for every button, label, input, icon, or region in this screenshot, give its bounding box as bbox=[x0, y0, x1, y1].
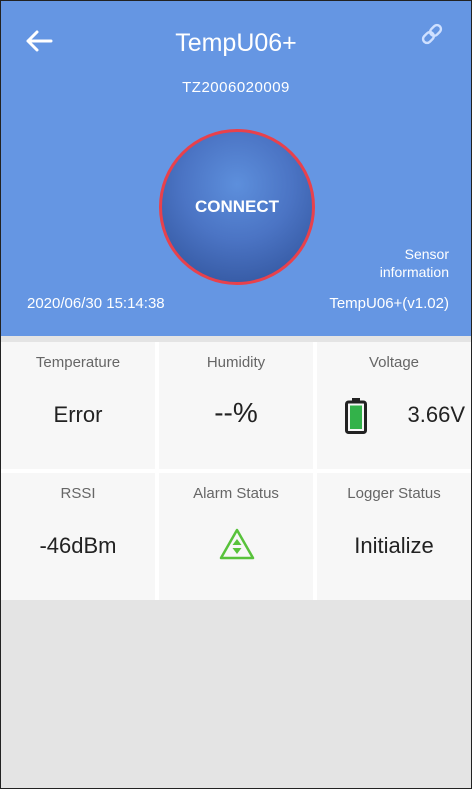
device-version: TempU06+(v1.02) bbox=[329, 295, 449, 312]
device-datetime: 2020/06/30 15:14:38 bbox=[27, 295, 165, 312]
app-frame: TempU06+ TZ2006020009 CONNECT Sensor inf… bbox=[0, 0, 472, 789]
alarm-triangle-icon bbox=[219, 528, 255, 560]
logger-status-cell: Logger Status Initialize bbox=[317, 473, 471, 600]
voltage-label: Voltage bbox=[368, 354, 420, 371]
rssi-cell: RSSI -46dBm bbox=[1, 473, 155, 600]
voltage-value: 3.66V bbox=[407, 402, 466, 427]
humidity-value: --% bbox=[214, 397, 258, 428]
temperature-value: Error bbox=[53, 402, 103, 427]
rssi-label: RSSI bbox=[60, 485, 96, 502]
rssi-value: -46dBm bbox=[39, 533, 117, 558]
temperature-label: Temperature bbox=[35, 354, 121, 371]
logger-status-label: Logger Status bbox=[347, 485, 441, 502]
voltage-cell: Voltage 3.66V bbox=[317, 342, 471, 469]
humidity-label: Humidity bbox=[206, 354, 266, 371]
device-header: TempU06+ TZ2006020009 CONNECT Sensor inf… bbox=[1, 1, 471, 336]
link-icon[interactable] bbox=[419, 21, 445, 47]
logger-status-value: Initialize bbox=[354, 533, 434, 558]
alarm-status-cell: Alarm Status bbox=[159, 473, 313, 600]
temperature-cell: Temperature Error bbox=[1, 342, 155, 469]
device-serial: TZ2006020009 bbox=[182, 79, 290, 96]
device-title: TempU06+ bbox=[175, 29, 297, 57]
status-grid: Temperature Error Humidity --% Voltage 3… bbox=[1, 342, 471, 600]
battery-icon bbox=[345, 398, 367, 434]
alarm-status-label: Alarm Status bbox=[193, 485, 279, 502]
connect-label: CONNECT bbox=[194, 197, 280, 216]
sensor-info-line1: Sensor bbox=[404, 246, 449, 262]
connect-button[interactable]: CONNECT bbox=[159, 129, 315, 285]
sensor-info-line2: information bbox=[379, 264, 449, 280]
sensor-information-link[interactable]: Sensor information bbox=[380, 245, 449, 281]
humidity-cell: Humidity --% bbox=[159, 342, 313, 469]
